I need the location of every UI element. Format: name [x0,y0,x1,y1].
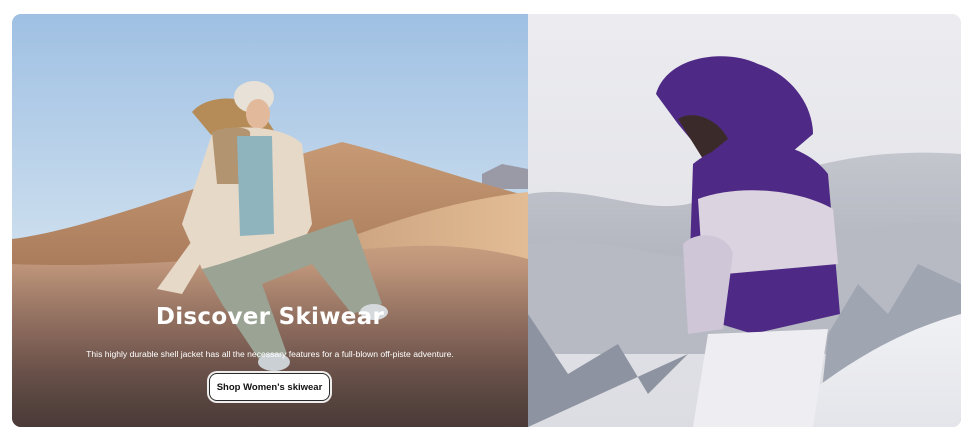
hero-headline: Discover Skiwear [155,304,385,330]
shop-womens-skiwear-button[interactable]: Shop Women's skiwear [209,373,330,401]
hero-description: This highly durable shell jacket has all… [86,349,454,359]
desert-woman-photo [12,14,528,427]
hero-right-panel [528,14,961,427]
hero-banner: Discover Skiwear This highly durable she… [12,14,961,427]
snow-woman-photo [528,14,961,427]
hero-left-panel: Discover Skiwear This highly durable she… [12,14,528,427]
